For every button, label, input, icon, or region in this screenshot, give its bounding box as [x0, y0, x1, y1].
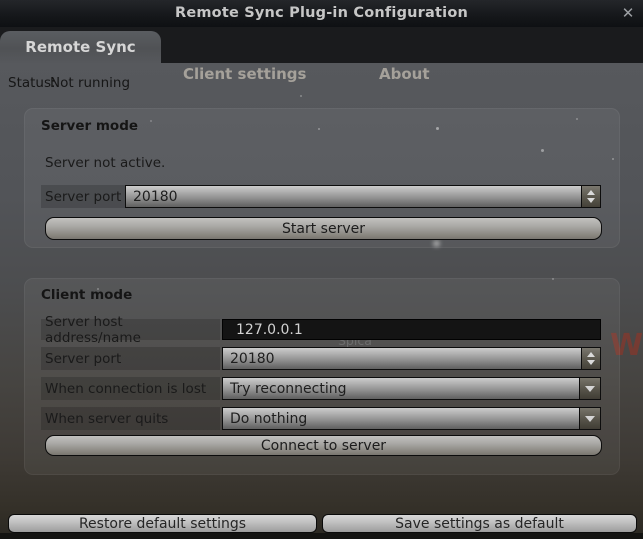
client-port-label-strip: Server port [41, 347, 220, 370]
server-port-value: 20180 [133, 189, 178, 205]
remote-sync-plugin-dialog: Jupiter Spica W Remote Sync Plug-in Conf… [0, 0, 643, 539]
close-button[interactable]: ✕ [618, 3, 638, 23]
connect-to-server-button[interactable]: Connect to server [45, 435, 602, 456]
start-server-button[interactable]: Start server [45, 217, 602, 240]
connection-lost-label-strip: When connection is lost [41, 377, 220, 400]
dropdown-arrow-box [579, 408, 600, 429]
connection-lost-value: Try reconnecting [230, 381, 347, 397]
spin-buttons [581, 186, 600, 207]
connection-lost-select[interactable]: Try reconnecting [222, 377, 601, 400]
save-defaults-button[interactable]: Save settings as default [322, 514, 637, 533]
dialog-title: Remote Sync Plug-in Configuration [0, 5, 643, 21]
server-port-spinbox[interactable]: 20180 [125, 185, 601, 208]
spin-down-button[interactable] [587, 360, 595, 365]
title-bar[interactable]: Remote Sync Plug-in Configuration ✕ [0, 0, 643, 27]
server-mode-group: Server mode Server not active. Server po… [24, 108, 620, 248]
spin-up-button[interactable] [587, 190, 595, 195]
client-mode-group: Client mode Server host address/name Ser… [24, 278, 620, 475]
server-port-label: Server port [45, 189, 121, 205]
tab-client-settings[interactable]: Client settings [183, 63, 306, 85]
tab-remote-sync[interactable]: Remote Sync [0, 31, 161, 63]
bottom-edge [0, 533, 643, 539]
server-host-label: Server host address/name [45, 314, 220, 346]
client-port-spinbox[interactable]: 20180 [222, 347, 601, 370]
server-mode-title: Server mode [41, 118, 138, 134]
server-not-active-label: Server not active. [45, 155, 165, 171]
spin-up-button[interactable] [587, 352, 595, 357]
status-value: Not running [50, 75, 130, 91]
server-quits-select[interactable]: Do nothing [222, 407, 601, 430]
server-host-label-strip: Server host address/name [41, 319, 220, 340]
server-quits-label-strip: When server quits [41, 407, 220, 430]
client-mode-title: Client mode [41, 287, 132, 303]
tab-about[interactable]: About [379, 63, 430, 85]
spin-buttons [581, 348, 600, 369]
server-port-label-strip: Server port [41, 185, 125, 208]
client-port-label: Server port [45, 351, 121, 367]
status-label: Status: [8, 75, 56, 91]
server-host-input[interactable] [222, 319, 601, 340]
chevron-down-icon [585, 416, 595, 422]
chevron-down-icon [585, 386, 595, 392]
server-quits-label: When server quits [45, 411, 168, 427]
spin-down-button[interactable] [587, 198, 595, 203]
server-quits-value: Do nothing [230, 411, 307, 427]
connection-lost-label: When connection is lost [45, 381, 206, 397]
restore-defaults-button[interactable]: Restore default settings [8, 514, 317, 533]
client-port-value: 20180 [230, 351, 275, 367]
dropdown-arrow-box [579, 378, 600, 399]
